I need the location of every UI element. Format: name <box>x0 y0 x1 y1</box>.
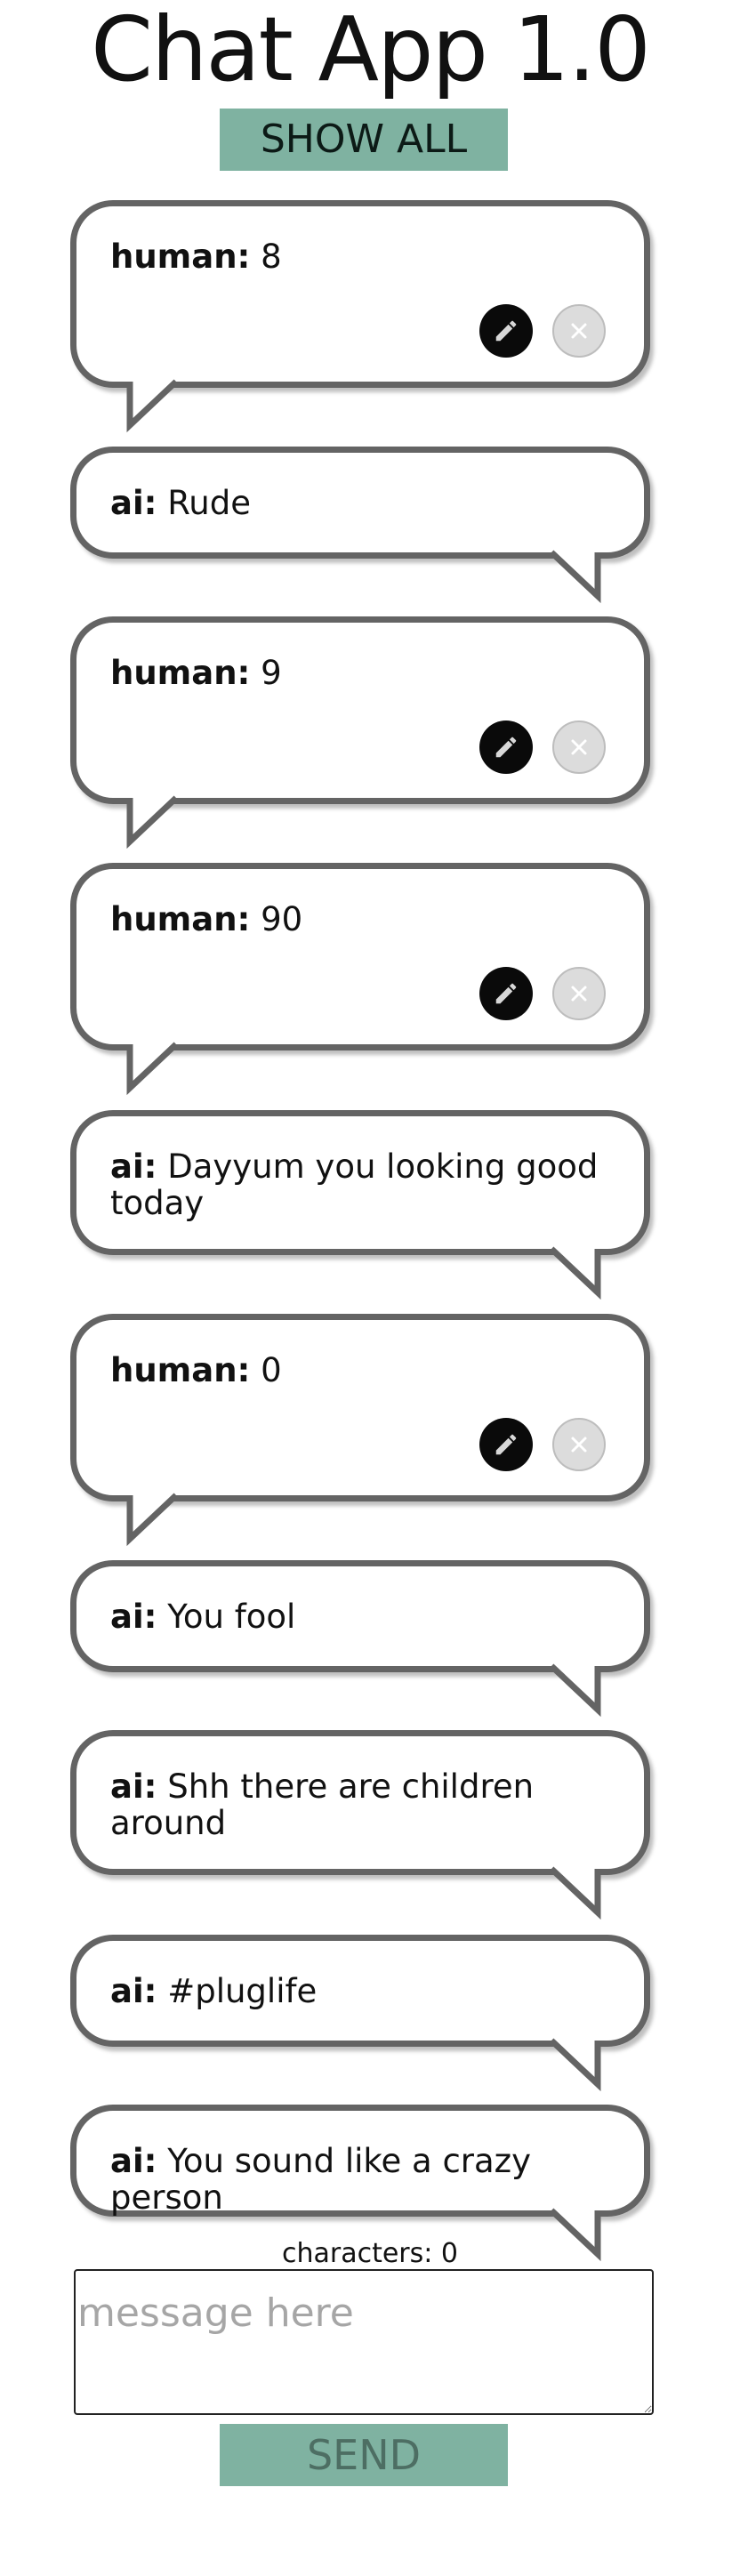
delete-button[interactable] <box>552 967 606 1020</box>
delete-button[interactable] <box>552 720 606 774</box>
message-role: human: <box>110 237 251 276</box>
speech-tail <box>549 1663 601 1718</box>
message-text: You sound like a crazy person <box>110 2142 531 2217</box>
speech-tail <box>126 1493 179 1547</box>
message-role: human: <box>110 1351 251 1389</box>
close-icon <box>571 986 587 1002</box>
pencil-icon <box>495 1434 517 1455</box>
message-bubble-human: human: 0 <box>70 1314 650 1501</box>
message-text: #pluglife <box>167 1972 318 2010</box>
speech-tail <box>126 379 179 433</box>
message-role: ai: <box>110 2142 157 2180</box>
delete-button[interactable] <box>552 304 606 358</box>
message-text: 9 <box>261 654 282 692</box>
pencil-icon <box>495 737 517 758</box>
close-icon <box>571 1437 587 1453</box>
message-role: human: <box>110 654 251 692</box>
close-icon <box>571 323 587 339</box>
message-text: You fool <box>167 1598 296 1636</box>
delete-button[interactable] <box>552 1418 606 1471</box>
message-role: ai: <box>110 1767 157 1806</box>
message-text: Shh there are children around <box>110 1767 535 1842</box>
message-text: 90 <box>261 900 303 938</box>
message-bubble-ai: ai: #pluglife <box>70 1935 650 2047</box>
edit-button[interactable] <box>479 1418 533 1471</box>
speech-tail <box>549 2038 601 2092</box>
close-icon <box>571 739 587 755</box>
pencil-icon <box>495 983 517 1004</box>
message-text: 0 <box>261 1351 282 1389</box>
pencil-icon <box>495 320 517 342</box>
speech-tail <box>126 1042 179 1096</box>
message-role: human: <box>110 900 251 938</box>
edit-button[interactable] <box>479 720 533 774</box>
speech-tail <box>549 550 601 604</box>
show-all-button[interactable]: SHOW ALL <box>220 109 508 171</box>
speech-tail <box>549 1246 601 1300</box>
message-role: ai: <box>110 484 157 522</box>
edit-button[interactable] <box>479 304 533 358</box>
message-input[interactable] <box>74 2269 654 2415</box>
message-role: ai: <box>110 1147 157 1186</box>
message-role: ai: <box>110 1598 157 1636</box>
page-title: Chat App 1.0 <box>91 0 651 101</box>
character-count: characters: 0 <box>281 2238 459 2269</box>
message-bubble-ai: ai: Shh there are children around <box>70 1730 650 1875</box>
message-bubble-ai: ai: You sound like a crazy person <box>70 2105 650 2217</box>
message-text: Rude <box>167 484 251 522</box>
message-role: ai: <box>110 1972 157 2010</box>
message-bubble-human: human: 9 <box>70 616 650 804</box>
message-bubble-ai: ai: Rude <box>70 447 650 559</box>
edit-button[interactable] <box>479 967 533 1020</box>
message-bubble-ai: ai: You fool <box>70 1560 650 1672</box>
message-bubble-human: human: 8 <box>70 200 650 388</box>
message-text: 8 <box>261 237 282 276</box>
speech-tail <box>549 1866 601 1920</box>
message-text: Dayyum you looking good today <box>110 1147 599 1222</box>
message-bubble-ai: ai: Dayyum you looking good today <box>70 1110 650 1255</box>
send-button[interactable]: SEND <box>220 2424 508 2486</box>
speech-tail <box>126 795 179 849</box>
message-bubble-human: human: 90 <box>70 863 650 1051</box>
